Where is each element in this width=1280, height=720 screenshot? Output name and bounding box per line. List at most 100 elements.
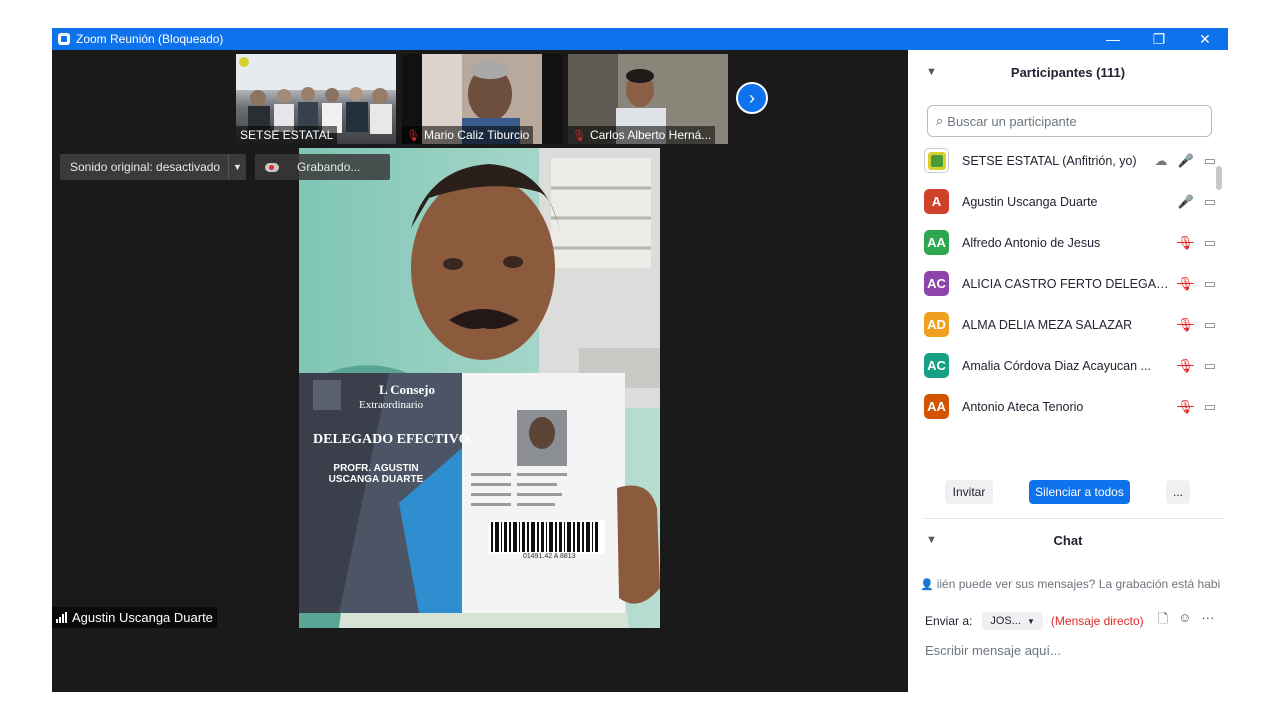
original-sound-label: Sonido original: desactivado: [70, 160, 221, 174]
camera-icon[interactable]: ▭: [1204, 276, 1216, 292]
participants-title: Participantes (111): [1010, 64, 1126, 80]
cloud-icon: ☁: [1154, 152, 1168, 168]
file-icon[interactable]: 🗋: [1158, 610, 1168, 632]
recipient-value: JOS...: [990, 615, 1021, 627]
participant-status: 🎙 ▭: [1177, 235, 1216, 251]
recording-label: Grabando...: [297, 160, 361, 174]
mic-muted-icon[interactable]: 🎙: [1177, 235, 1194, 251]
participant-actions: Invitar Silenciar a todos ...: [908, 480, 1228, 504]
video-stage: SETSE ESTATAL 🎙 Mario Caliz Tiburcio 🎙 C…: [52, 50, 908, 692]
participant-row[interactable]: AD ALMA DELIA MEZA SALAZAR 🎙 ▭: [924, 304, 1220, 345]
participants-header[interactable]: ▼ Participantes (111): [908, 50, 1228, 94]
close-button[interactable]: ✕: [1182, 28, 1228, 50]
camera-icon[interactable]: ▭: [1204, 358, 1216, 374]
tile-name: Carlos Alberto Herná...: [589, 128, 712, 142]
chat-header[interactable]: ▼ Chat: [908, 522, 1228, 558]
tile-name-label: 🎙 Mario Caliz Tiburcio: [402, 126, 534, 144]
participant-name: ALICIA CASTRO FERTO DELEGAC...: [962, 276, 1170, 291]
mic-muted-icon[interactable]: 🎙: [1177, 317, 1194, 333]
camera-icon[interactable]: ▭: [1204, 317, 1216, 333]
caret-down-icon: ▼: [233, 162, 242, 172]
mic-muted-icon[interactable]: 🎙: [1177, 276, 1194, 292]
participant-name: Alfredo Antonio de Jesus: [962, 235, 1101, 250]
mute-all-button[interactable]: Silenciar a todos: [1029, 480, 1130, 504]
send-to-label: Enviar a:: [925, 614, 973, 628]
participant-avatar: AA: [924, 230, 949, 255]
mic-icon[interactable]: 🎤: [1178, 153, 1194, 169]
window-title: Zoom Reunión (Bloqueado): [76, 32, 224, 46]
participant-avatar: AA: [924, 394, 949, 419]
participant-avatar: AC: [924, 271, 949, 296]
participant-name: ALMA DELIA MEZA SALAZAR: [962, 317, 1133, 332]
recipient-dropdown[interactable]: JOS... ▼: [982, 612, 1043, 630]
panel-divider: [924, 518, 1224, 519]
title-bar: Zoom Reunión (Bloqueado) — ❐ ✕: [52, 28, 1228, 50]
original-sound-dropdown[interactable]: ▼: [228, 154, 246, 180]
camera-icon[interactable]: ▭: [1204, 194, 1216, 210]
participant-status: 🎙 ▭: [1177, 399, 1216, 415]
minimize-button[interactable]: —: [1090, 28, 1136, 50]
side-panel: ▼ Participantes (111) ⌕ Buscar un partic…: [908, 50, 1228, 692]
cloud-record-icon: [265, 162, 279, 172]
send-to-row: Enviar a: JOS... ▼ (Mensaje directo) 🗋 ☺…: [925, 610, 1214, 632]
search-icon: ⌕: [936, 113, 944, 128]
mic-muted-icon[interactable]: 🎙: [1177, 399, 1194, 415]
zoom-app-icon: [58, 33, 70, 45]
participant-logo: [924, 148, 949, 173]
gallery-strip: SETSE ESTATAL 🎙 Mario Caliz Tiburcio 🎙 C…: [236, 54, 734, 144]
video-tile[interactable]: 🎙 Mario Caliz Tiburcio: [402, 54, 562, 144]
emoji-icon[interactable]: ☺: [1178, 610, 1191, 632]
active-speaker-video: L Consejo Extraordinario DELEGADO EFECTI…: [299, 148, 660, 628]
mic-muted-icon: 🎙: [406, 129, 420, 142]
participant-row[interactable]: AC ALICIA CASTRO FERTO DELEGAC... 🎙 ▭: [924, 263, 1220, 304]
chevron-down-icon[interactable]: ▼: [926, 534, 937, 546]
participant-scrollbar[interactable]: [1216, 166, 1222, 466]
participant-avatar: AC: [924, 353, 949, 378]
participant-row[interactable]: AC Amalia Córdova Diaz Acayucan ... 🎙 ▭: [924, 345, 1220, 386]
camera-icon[interactable]: ▭: [1204, 235, 1216, 251]
chat-visibility-notice[interactable]: 👤 iién puede ver sus mensajes? La grabac…: [920, 577, 1220, 591]
participant-status: 🎤 ▭: [1178, 194, 1216, 210]
tile-name-label: 🎙 Carlos Alberto Herná...: [568, 126, 716, 144]
participant-row[interactable]: AA Alfredo Antonio de Jesus 🎙 ▭: [924, 222, 1220, 263]
id-card-line1: L Consejo: [379, 382, 435, 397]
tile-name-label: SETSE ESTATAL: [236, 126, 338, 144]
id-card-line2: Extraordinario: [359, 399, 424, 411]
participant-status: 🎙 ▭: [1177, 317, 1216, 333]
next-page-button[interactable]: ›: [736, 82, 768, 114]
search-placeholder: Buscar un participante: [947, 113, 1077, 129]
participant-row[interactable]: AA Antonio Ateca Tenorio 🎙 ▭: [924, 386, 1220, 427]
id-card-title: DELEGADO EFECTIVO: [313, 432, 470, 447]
active-speaker-name: Agustin Uscanga Duarte: [72, 610, 213, 625]
chevron-down-icon: ▼: [1026, 617, 1035, 626]
camera-icon[interactable]: ▭: [1204, 153, 1216, 169]
tile-name: Mario Caliz Tiburcio: [423, 128, 530, 142]
mic-muted-icon[interactable]: 🎙: [1177, 358, 1194, 374]
camera-icon[interactable]: ▭: [1204, 399, 1216, 415]
invite-button[interactable]: Invitar: [945, 480, 993, 504]
original-sound-button[interactable]: Sonido original: desactivado: [60, 154, 246, 180]
participant-status: 🎙 ▭: [1177, 358, 1216, 374]
mic-icon[interactable]: 🎤: [1178, 194, 1194, 210]
participant-row[interactable]: A Agustin Uscanga Duarte 🎤 ▭: [924, 181, 1220, 222]
zoom-window: Zoom Reunión (Bloqueado) — ❐ ✕ SETSE EST…: [52, 28, 1228, 692]
video-tile[interactable]: 🎙 Carlos Alberto Herná...: [568, 54, 728, 144]
participant-name: SETSE ESTATAL (Anfitrión, yo): [962, 153, 1137, 168]
participant-search-input[interactable]: ⌕ Buscar un participante: [927, 105, 1212, 137]
tile-name: SETSE ESTATAL: [240, 128, 334, 142]
id-card-person: PROFR. AGUSTIN USCANGA DUARTE: [328, 463, 424, 485]
chevron-down-icon[interactable]: ▼: [926, 66, 937, 78]
participant-row[interactable]: SETSE ESTATAL (Anfitrión, yo) ☁ 🎤 ▭: [924, 140, 1220, 181]
recording-indicator[interactable]: Grabando...: [255, 154, 390, 180]
person-lock-icon: 👤: [920, 578, 934, 591]
participant-avatar: AD: [924, 312, 949, 337]
chat-message-input[interactable]: Escribir mensaje aquí...: [925, 643, 1061, 658]
mic-muted-icon: 🎙: [572, 129, 586, 142]
direct-message-label: (Mensaje directo): [1050, 614, 1144, 628]
more-options-button[interactable]: ...: [1166, 480, 1190, 504]
signal-strength-icon: [56, 612, 67, 623]
participant-status: 🎙 ▭: [1177, 276, 1216, 292]
restore-button[interactable]: ❐: [1136, 28, 1182, 50]
more-icon[interactable]: ···: [1201, 610, 1214, 632]
video-tile[interactable]: SETSE ESTATAL: [236, 54, 396, 144]
